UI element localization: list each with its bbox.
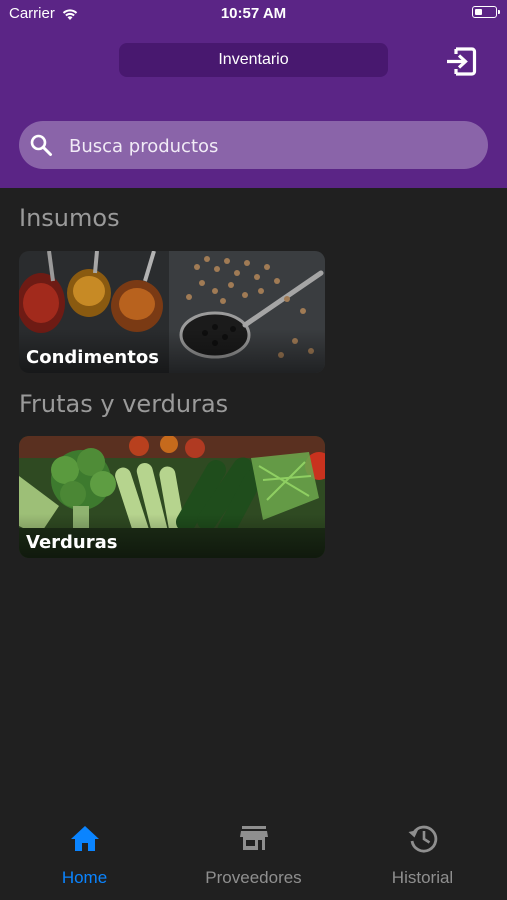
bottom-tab-bar: Home Proveedores Historial (0, 800, 507, 900)
store-icon (239, 826, 268, 850)
tab-home[interactable]: Home (0, 800, 169, 900)
home-icon (70, 826, 99, 851)
card-label-condimentos: Condimentos (26, 347, 159, 368)
section-title-insumos: Insumos (19, 204, 120, 232)
tab-home-label: Home (61, 868, 108, 887)
battery-icon (472, 6, 500, 18)
search-bar[interactable] (19, 121, 488, 171)
tab-historial[interactable]: Historial (338, 800, 507, 900)
tab-proveedores-label: Proveedores (205, 868, 302, 887)
history-icon (408, 825, 437, 853)
search-icon (30, 134, 52, 156)
status-time: 10:57 AM (220, 5, 287, 22)
status-bar: Carrier 10:57 AM (0, 0, 507, 28)
category-card-verduras[interactable]: Verduras (19, 436, 325, 558)
tab-proveedores[interactable]: Proveedores (169, 800, 338, 900)
app-header: Carrier 10:57 AM Inventario (0, 0, 507, 188)
page-title: Inventario (119, 43, 388, 77)
card-label-verduras: Verduras (26, 532, 118, 553)
tab-historial-label: Historial (391, 868, 454, 887)
logout-icon[interactable] (444, 46, 477, 77)
section-title-frutas-y-verduras: Frutas y verduras (19, 390, 229, 418)
category-card-condimentos[interactable]: Condimentos (19, 251, 325, 373)
search-input[interactable] (67, 121, 471, 171)
